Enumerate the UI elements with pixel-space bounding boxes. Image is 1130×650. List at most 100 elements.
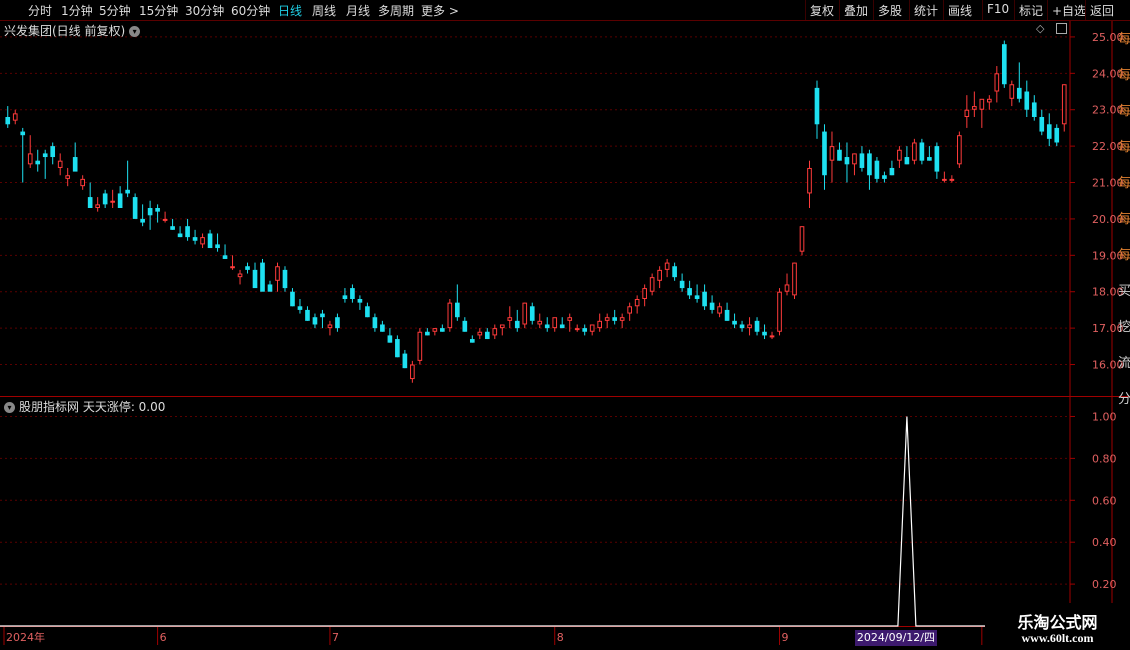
candle-body-down — [50, 146, 56, 158]
candle-body-down — [559, 324, 565, 329]
period-tab-3[interactable]: 15分钟 — [139, 2, 178, 19]
toolbar-separator — [1014, 0, 1015, 20]
cursor-date-badge: 2024/09/12/四 — [854, 630, 937, 646]
candle-body-up — [747, 324, 752, 329]
candle-body-up — [432, 328, 438, 332]
toolbar-button-0[interactable]: 复权 — [810, 2, 834, 19]
toolbar-button-1[interactable]: 叠加 — [844, 2, 868, 19]
toolbar-separator — [1047, 0, 1048, 20]
candle-body-down — [87, 197, 93, 208]
period-tab-5[interactable]: 60分钟 — [231, 2, 270, 19]
candle-body-up — [492, 328, 498, 336]
candle-body-down — [1024, 91, 1030, 110]
candle-body-down — [874, 160, 880, 179]
candle-body-down — [185, 226, 190, 238]
candle-body-down — [837, 149, 842, 161]
candle-body-down — [312, 317, 318, 325]
toolbar-button-2[interactable]: 多股 — [878, 2, 902, 19]
right-column-char: 每 — [1118, 32, 1130, 47]
candle-body-up — [619, 317, 625, 321]
period-tab-4[interactable]: 30分钟 — [185, 2, 224, 19]
candle-body-down — [672, 266, 677, 278]
candle-body-up — [537, 320, 543, 325]
right-column-char: 挖 — [1118, 320, 1130, 335]
candle-body-down — [72, 157, 78, 172]
candle-body-down — [35, 160, 41, 165]
candle-body-down — [177, 233, 183, 238]
candle-body-down — [155, 208, 160, 212]
candle-body-down — [709, 302, 715, 310]
indicator-y-tick-label: 1.00 — [1092, 410, 1117, 423]
candle-body-down — [814, 87, 820, 125]
candle-body-down — [365, 306, 370, 318]
right-column-char: 每 — [1118, 68, 1130, 83]
right-column-char: 每 — [1118, 140, 1130, 155]
candle-body-down — [5, 117, 11, 125]
candle-body-down — [694, 295, 700, 299]
right-column-char: 流 — [1118, 356, 1130, 371]
candle-body-down — [462, 320, 468, 332]
candle-body-up — [604, 317, 610, 321]
right-column-char: 每 — [1118, 104, 1130, 119]
candle-body-down — [170, 226, 175, 230]
toolbar-separator — [982, 0, 983, 20]
candle-body-down — [1001, 44, 1007, 85]
period-tab-9[interactable]: 多周期 — [378, 2, 414, 19]
toolbar-separator — [805, 0, 806, 20]
candle-body-down — [252, 269, 258, 289]
period-tab-10[interactable]: 更多 > — [421, 2, 459, 19]
candle-body-down — [440, 328, 445, 332]
period-tab-0[interactable]: 分时 — [28, 2, 52, 19]
toolbar-button-3[interactable]: 统计 — [914, 2, 938, 19]
candle-body-up — [507, 317, 513, 321]
x-tick-label: 2024年 — [6, 630, 45, 644]
right-column-char: 每 — [1118, 248, 1130, 263]
candle-body-up — [567, 317, 573, 321]
candle-body-down — [904, 157, 910, 165]
chevron-down-icon[interactable]: ▾ — [4, 402, 15, 413]
chevron-down-icon[interactable]: ▾ — [129, 26, 141, 37]
period-tab-6[interactable]: 日线 — [278, 2, 302, 19]
candle-body-down — [702, 291, 707, 307]
candle-body-up — [657, 269, 662, 281]
toolbar-button-7[interactable]: +自选 — [1052, 2, 1086, 19]
toolbar-button-8[interactable]: 返回 — [1090, 2, 1114, 19]
candle-body-up — [162, 218, 168, 221]
candle-body-down — [762, 331, 767, 336]
toolbar-button-4[interactable]: 画线 — [948, 2, 972, 19]
toolbar-separator — [1085, 0, 1086, 20]
x-tick-label: 8 — [557, 631, 564, 644]
candle-body-down — [514, 320, 520, 329]
candle-body-down — [117, 193, 123, 208]
candle-body-down — [1016, 87, 1022, 99]
candle-body-down — [140, 218, 145, 223]
candle-body-down — [425, 331, 430, 336]
main-title-text: 兴发集团(日线 前复权) — [4, 24, 126, 38]
period-tab-2[interactable]: 5分钟 — [99, 2, 131, 19]
candle-body-down — [335, 317, 340, 329]
candle-body-down — [687, 288, 692, 296]
toolbar-separator — [839, 0, 840, 20]
candle-body-down — [320, 313, 325, 318]
candle-body-up — [852, 153, 857, 165]
period-tab-8[interactable]: 月线 — [346, 2, 370, 19]
diamond-icon[interactable]: ◇ — [1036, 22, 1048, 35]
candle-body-down — [245, 266, 250, 270]
watermark: 乐淘公式网 www.60lt.com — [985, 603, 1130, 650]
candle-body-down — [42, 153, 48, 158]
candle-body-up — [80, 178, 85, 187]
candle-body-down — [919, 142, 925, 161]
period-tab-7[interactable]: 周线 — [312, 2, 336, 19]
toolbar-button-6[interactable]: 标记 — [1019, 2, 1043, 19]
candle-body-up — [949, 178, 955, 181]
candle-body-up — [597, 320, 603, 329]
period-tab-1[interactable]: 1分钟 — [61, 2, 93, 19]
candle-body-up — [57, 160, 63, 168]
x-tick-label: 6 — [160, 631, 167, 644]
candle-body-up — [499, 324, 505, 329]
window-toggle-icon[interactable] — [1056, 23, 1067, 34]
candle-body-down — [754, 320, 760, 332]
candle-body-down — [582, 328, 588, 332]
toolbar-button-5[interactable]: F10 — [987, 2, 1009, 16]
candle-body-up — [574, 328, 580, 331]
